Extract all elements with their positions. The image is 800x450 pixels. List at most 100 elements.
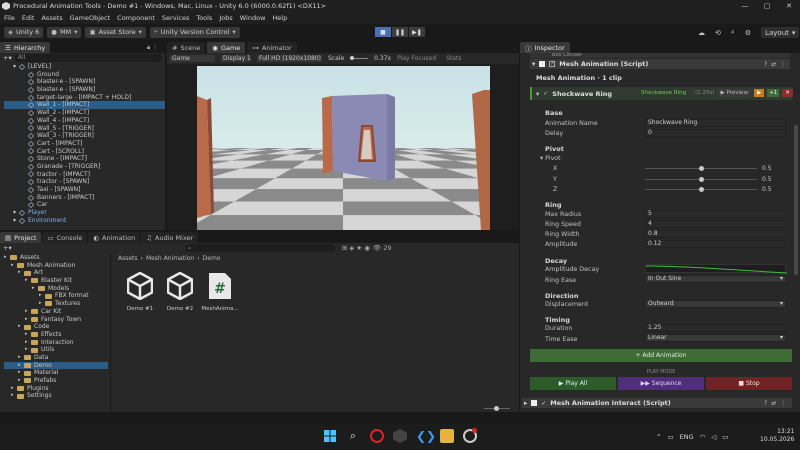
- opera-icon[interactable]: [370, 429, 384, 443]
- amplitude-field[interactable]: 0.12: [645, 240, 786, 248]
- asset-item[interactable]: Demo #2: [166, 271, 194, 312]
- clip-enabled-checkbox[interactable]: ✓: [543, 90, 548, 97]
- pivot-x-slider[interactable]: [645, 166, 757, 171]
- preset-icon[interactable]: ⇄: [771, 61, 776, 68]
- wifi-icon[interactable]: ◠: [700, 433, 706, 441]
- project-folder[interactable]: ▸ FBX format: [4, 292, 108, 300]
- vscode-icon[interactable]: ❮❯: [416, 429, 436, 443]
- ring-ease-dropdown[interactable]: In Out Sine ▾: [645, 275, 786, 283]
- volume-icon[interactable]: ◁: [711, 433, 716, 441]
- resolution-dropdown[interactable]: Full HD (1920x1080): [257, 55, 322, 62]
- project-folder[interactable]: ▸ Interaction: [4, 339, 108, 347]
- hierarchy-item[interactable]: ▾ Player: [4, 209, 165, 217]
- pivot-y-slider[interactable]: [645, 177, 757, 182]
- tab-audio-mixer[interactable]: ♫ Audio Mixer: [141, 232, 199, 243]
- duration-field[interactable]: 1.25: [645, 324, 786, 332]
- component-header[interactable]: ▾ ✓ Mesh Animation (Script): [530, 59, 790, 69]
- clock[interactable]: 13:21 10.05.2026: [760, 428, 794, 444]
- tab-inspector[interactable]: ⓘ Inspector: [520, 42, 570, 53]
- game-mode-dropdown[interactable]: Game: [170, 55, 215, 62]
- search-taskbar-icon[interactable]: ⌕: [346, 429, 360, 443]
- hierarchy-item[interactable]: Ground: [4, 71, 165, 79]
- menu-help[interactable]: Help: [272, 14, 287, 22]
- project-folder[interactable]: ▸ Plugins: [4, 385, 108, 393]
- tab-animation[interactable]: ◐ Animation: [88, 232, 141, 243]
- pivot-x-value[interactable]: 0.5: [762, 165, 772, 172]
- animation-name-field[interactable]: Shockwave Ring: [645, 119, 786, 127]
- menu-component[interactable]: Component: [117, 14, 155, 22]
- hierarchy-item[interactable]: ▾ Environment: [4, 217, 165, 225]
- collapse-arrow-icon[interactable]: ▸: [524, 399, 527, 407]
- sequence-button[interactable]: ▶▶ Sequence: [618, 377, 704, 390]
- tab-game[interactable]: ◉ Game: [207, 42, 246, 53]
- hierarchy-item[interactable]: Cart - [SCROLL]: [4, 148, 165, 156]
- menu-jobs[interactable]: Jobs: [219, 14, 232, 22]
- hierarchy-lock-icon[interactable]: 🔒︎ ⋮: [147, 44, 158, 52]
- tab-animator[interactable]: ⊶ Animator: [247, 42, 297, 53]
- preset-icon[interactable]: ⇄: [771, 400, 776, 407]
- menu-services[interactable]: Services: [162, 14, 189, 22]
- project-folder[interactable]: ▸ Models: [4, 285, 108, 293]
- hierarchy-item[interactable]: tractor - [IMPACT]: [4, 171, 165, 179]
- add-icon[interactable]: +▾: [3, 54, 12, 62]
- pivot-z-slider[interactable]: [645, 187, 757, 192]
- file-explorer-icon[interactable]: [440, 429, 454, 443]
- version-control-button[interactable]: ⑂ Unity Version Control ▾: [149, 26, 240, 38]
- next-component-header[interactable]: ▸ ✓ Mesh Animation Interact (Script): [522, 398, 792, 408]
- help-icon[interactable]: ?: [764, 400, 767, 407]
- pivot-foldout[interactable]: ▾ Pivot: [540, 155, 561, 162]
- collapse-arrow-icon[interactable]: ▾: [536, 90, 539, 98]
- zoom-slider[interactable]: [484, 406, 510, 411]
- menu-edit[interactable]: Edit: [22, 14, 35, 22]
- battery-icon[interactable]: ▭: [722, 433, 728, 441]
- cloud-icon[interactable]: ☁: [698, 29, 705, 37]
- ring-speed-field[interactable]: 4: [645, 220, 786, 228]
- hierarchy-item[interactable]: Wall_2 - [IMPACT]: [4, 109, 165, 117]
- project-folder[interactable]: ▸ Mesh Animation: [4, 262, 108, 270]
- project-folder[interactable]: ▸ Blaster Kit: [4, 277, 108, 285]
- project-folder[interactable]: ▸ Material: [4, 369, 108, 377]
- project-search-input[interactable]: ⌕: [184, 244, 335, 252]
- hierarchy-item[interactable]: Wall_1 - [IMPACT]: [4, 101, 165, 110]
- hierarchy-item[interactable]: Wall_4 - [IMPACT]: [4, 117, 165, 125]
- project-folder[interactable]: ▸ Code: [4, 323, 108, 331]
- component-enabled-checkbox[interactable]: ✓: [549, 61, 556, 67]
- hierarchy-item[interactable]: target-large - [IMPACT + HOLD]: [4, 94, 165, 102]
- asset-item[interactable]: Demo #1: [126, 271, 154, 312]
- asset-item[interactable]: # MeshAnima...: [201, 272, 239, 312]
- inspector-scrollbar[interactable]: [794, 125, 798, 275]
- menu-assets[interactable]: Assets: [41, 14, 62, 22]
- pivot-z-value[interactable]: 0.5: [762, 186, 772, 193]
- project-folder[interactable]: ▸ Data: [4, 354, 108, 362]
- pause-button[interactable]: ❚❚: [392, 27, 408, 37]
- stop-button[interactable]: ■ Stop: [706, 377, 792, 390]
- hierarchy-search-input[interactable]: All: [14, 54, 162, 62]
- menu-gameobject[interactable]: GameObject: [70, 14, 111, 22]
- delay-field[interactable]: 0: [645, 129, 786, 137]
- project-folder[interactable]: ▸ Prefabs: [4, 377, 108, 385]
- project-folder[interactable]: ▸ Settings: [4, 392, 108, 400]
- tab-project[interactable]: ▤ Project: [0, 232, 42, 243]
- hierarchy-item[interactable]: Wall_3 - [TRIGGER]: [4, 132, 165, 140]
- slider-knob[interactable]: [493, 406, 499, 411]
- hierarchy-item[interactable]: Wall_5 - [TRIGGER]: [4, 125, 165, 133]
- play-clip-button[interactable]: ▶: [753, 89, 765, 97]
- project-folder[interactable]: ▸ Demo: [4, 361, 108, 370]
- project-folder[interactable]: ▸ Car Kit: [4, 308, 108, 316]
- duplicate-clip-button[interactable]: +1: [767, 89, 780, 97]
- game-view[interactable]: [197, 66, 490, 230]
- amplitude-decay-curve[interactable]: [645, 264, 788, 274]
- chevron-up-icon[interactable]: ⌃: [656, 433, 661, 441]
- play-all-button[interactable]: ▶ Play All: [530, 377, 616, 390]
- layout-dropdown[interactable]: Layout ▾: [761, 27, 800, 38]
- tab-scene[interactable]: # Scene: [167, 42, 206, 53]
- language-indicator[interactable]: ENG: [680, 433, 694, 441]
- tab-console[interactable]: ▭ Console: [42, 232, 88, 243]
- project-folder[interactable]: ▸ Effects: [4, 331, 108, 339]
- display-dropdown[interactable]: Display 1: [221, 55, 251, 62]
- project-folder[interactable]: ▸ Art: [4, 269, 108, 277]
- hierarchy-item[interactable]: Granade - [TRIGGER]: [4, 163, 165, 171]
- max-radius-field[interactable]: 5: [645, 210, 786, 218]
- project-folder[interactable]: ▸ Textures: [4, 300, 108, 308]
- play-button[interactable]: ■: [375, 27, 391, 37]
